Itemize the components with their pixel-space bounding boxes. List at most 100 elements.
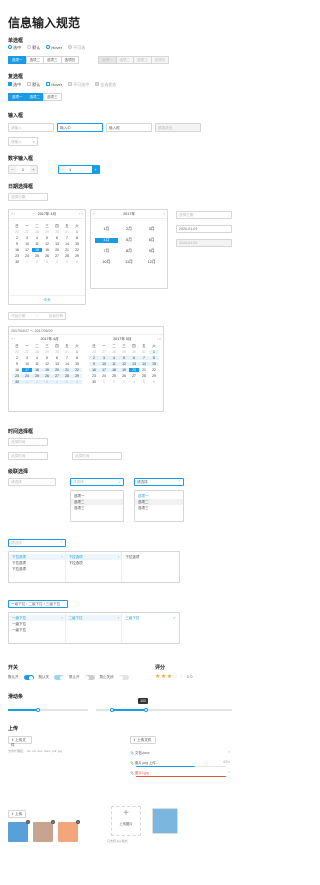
calendar-day[interactable]: 30 (89, 380, 99, 384)
calendar-day[interactable]: 19 (42, 248, 52, 252)
calendar-day[interactable]: 5 (62, 380, 72, 384)
calendar-day[interactable]: 24 (22, 254, 32, 258)
file-item[interactable]: 📎 图片.png 上传... 65% (130, 760, 230, 770)
calendar-day[interactable]: 4 (129, 380, 139, 384)
month-cell[interactable]: 9月 (140, 249, 163, 254)
calendar-day[interactable]: 17 (22, 368, 32, 372)
calendar-day[interactable]: 4 (52, 260, 62, 264)
calendar-day[interactable]: 5 (42, 356, 52, 360)
prev-icon[interactable]: « (93, 212, 95, 216)
time-input[interactable]: 选择时间 (72, 452, 122, 460)
next-icon[interactable]: › » (79, 212, 83, 216)
month-cell[interactable]: 6月 (140, 238, 163, 243)
calendar-day[interactable]: 2 (109, 380, 119, 384)
calendar-day[interactable]: 2 (32, 380, 42, 384)
checkbox-hover[interactable]: Hover (46, 82, 62, 87)
calendar-day[interactable]: 14 (62, 242, 72, 246)
calendar-day[interactable]: 9 (12, 362, 22, 366)
calendar-day[interactable]: 5 (139, 380, 149, 384)
file-item[interactable]: 📎 文档.docx × (130, 750, 230, 760)
calendar-day[interactable]: 1 (99, 380, 109, 384)
uploaded-image[interactable]: × (58, 820, 80, 842)
calendar-day[interactable]: 4 (32, 236, 42, 240)
seg-option[interactable]: 选项三 (43, 93, 62, 101)
input-hover[interactable]: 输入中 (57, 123, 103, 132)
calendar-day[interactable]: 28 (32, 230, 42, 234)
slider-range-track[interactable]: 100 (96, 698, 232, 712)
cascade-option[interactable]: 下拉选项 (122, 554, 179, 560)
calendar-day[interactable]: 20 (52, 248, 62, 252)
calendar-day[interactable]: 5 (62, 260, 72, 264)
calendar-day[interactable]: 14 (139, 362, 149, 366)
calendar-day[interactable]: 29 (72, 374, 82, 378)
select-hover[interactable]: 请选择 ⌄ (70, 478, 124, 486)
radio-hover[interactable]: Hover (46, 45, 62, 50)
calendar-day[interactable]: 6 (149, 380, 159, 384)
calendar-day[interactable]: 28 (62, 374, 72, 378)
calendar-day[interactable]: 8 (149, 356, 159, 360)
seg-option[interactable]: 选项三 (43, 56, 62, 64)
seg-option[interactable]: 选项二 (25, 56, 44, 64)
calendar-day[interactable]: 17 (99, 368, 109, 372)
calendar-day[interactable]: 29 (149, 374, 159, 378)
slider-handle[interactable] (109, 707, 114, 712)
calendar-day[interactable]: 31 (62, 230, 72, 234)
seg-option[interactable]: 选项一 (8, 93, 27, 101)
calendar-day[interactable]: 14 (62, 362, 72, 366)
checkbox-checked[interactable]: 选中 (8, 82, 21, 87)
calendar-day[interactable]: 27 (22, 230, 32, 234)
month-cell[interactable]: 8月 (118, 249, 141, 254)
calendar-day[interactable]: 5 (119, 356, 129, 360)
slider-handle[interactable] (36, 707, 40, 712)
next-icon[interactable]: » (163, 212, 165, 216)
calendar-day[interactable]: 21 (62, 368, 72, 372)
calendar-day[interactable]: 30 (52, 230, 62, 234)
checkbox-segment[interactable]: 选项一 选项二 选项三 (8, 93, 62, 101)
calendar-day[interactable]: 3 (42, 260, 52, 264)
calendar-day[interactable]: 10 (22, 242, 32, 246)
calendar-day[interactable]: 21 (62, 248, 72, 252)
uploaded-image[interactable]: × (33, 820, 55, 842)
calendar-day[interactable]: 7 (62, 236, 72, 240)
date-input[interactable]: 选择日期 (176, 211, 232, 219)
calendar-day[interactable]: 1 (22, 260, 32, 264)
calendar-day[interactable]: 4 (52, 380, 62, 384)
month-cell[interactable]: 12月 (140, 260, 163, 265)
calendar-day[interactable]: 2 (89, 356, 99, 360)
calendar-day[interactable]: 28 (62, 254, 72, 258)
calendar-day[interactable]: 2 (12, 236, 22, 240)
calendar-day[interactable]: 20 (52, 368, 62, 372)
calendar-day[interactable]: 16 (12, 368, 22, 372)
radio-segment[interactable]: 选项一 选项二 选项三 选项四 (8, 56, 79, 64)
number-input-2[interactable]: − 1 + (58, 165, 100, 174)
slider-handle[interactable] (143, 707, 148, 712)
calendar-day[interactable]: 26 (12, 350, 22, 354)
calendar-day[interactable]: 12 (42, 242, 52, 246)
seg-option[interactable]: 选项一 (8, 56, 27, 64)
calendar-day[interactable]: 26 (89, 350, 99, 354)
calendar-day[interactable]: 28 (139, 374, 149, 378)
cascade-option[interactable]: 三级下拉 ✓ (122, 615, 179, 621)
uploaded-image[interactable]: × (8, 820, 30, 842)
time-input[interactable]: 选择时间 (8, 452, 48, 460)
slider-track[interactable] (8, 707, 88, 712)
input-active[interactable]: 输入框 (106, 123, 152, 132)
calendar-day[interactable]: 26 (42, 374, 52, 378)
seg-option[interactable]: 选项二 (25, 93, 44, 101)
calendar-day[interactable]: 25 (109, 374, 119, 378)
calendar-day[interactable]: 9 (12, 242, 22, 246)
search-input[interactable]: 请输入 ⌕ (8, 137, 38, 146)
calendar-day[interactable]: 9 (89, 362, 99, 366)
month-cell[interactable]: 7月 (95, 249, 118, 254)
calendar-day[interactable]: 7 (139, 356, 149, 360)
calendar-day[interactable]: 16 (89, 368, 99, 372)
calendar-day[interactable]: 16 (12, 248, 22, 252)
calendar-day[interactable]: 15 (149, 362, 159, 366)
radio-default[interactable]: 默认 (27, 45, 40, 50)
time-input[interactable]: 选择时间 (8, 438, 48, 446)
calendar-day[interactable]: 6 (72, 380, 82, 384)
month-cell[interactable]: 2月 (118, 227, 141, 232)
calendar-day[interactable]: 8 (72, 356, 82, 360)
calendar-day[interactable]: 27 (52, 254, 62, 258)
calendar-day[interactable]: 26 (119, 374, 129, 378)
